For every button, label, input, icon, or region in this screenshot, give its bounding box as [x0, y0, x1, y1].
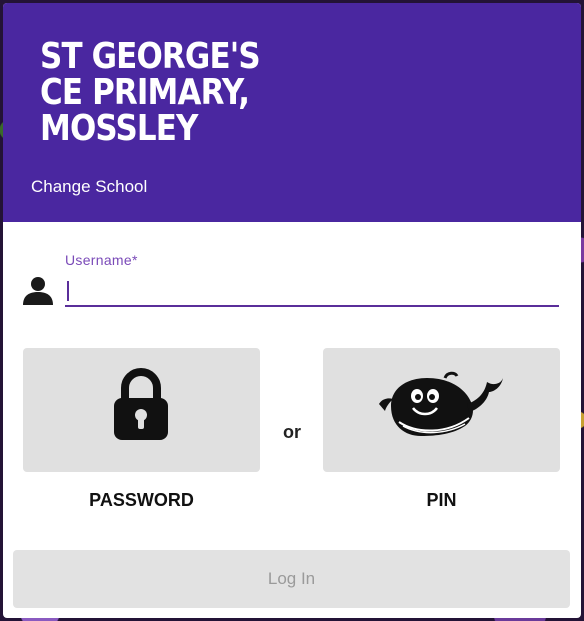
padlock-icon	[114, 368, 168, 440]
text-cursor	[67, 281, 69, 301]
username-input[interactable]	[65, 271, 559, 305]
school-name: ST GEORGE'S CE PRIMARY, MOSSLEY	[40, 36, 261, 149]
change-school-link[interactable]: Change School	[31, 177, 147, 197]
or-separator: or	[283, 422, 301, 442]
password-option-button[interactable]	[23, 348, 260, 472]
login-card: ST GEORGE'S CE PRIMARY, MOSSLEY Change S…	[3, 3, 581, 618]
username-label: Username*	[65, 252, 138, 268]
whale-icon	[379, 371, 503, 436]
pin-label: PIN	[426, 490, 457, 510]
username-field-wrapper	[65, 271, 559, 307]
person-icon	[23, 277, 53, 305]
school-header: ST GEORGE'S CE PRIMARY, MOSSLEY Change S…	[3, 3, 581, 222]
password-label: PASSWORD	[89, 490, 194, 510]
log-in-button[interactable]: Log In	[13, 550, 570, 608]
pin-option-button[interactable]	[323, 348, 560, 472]
